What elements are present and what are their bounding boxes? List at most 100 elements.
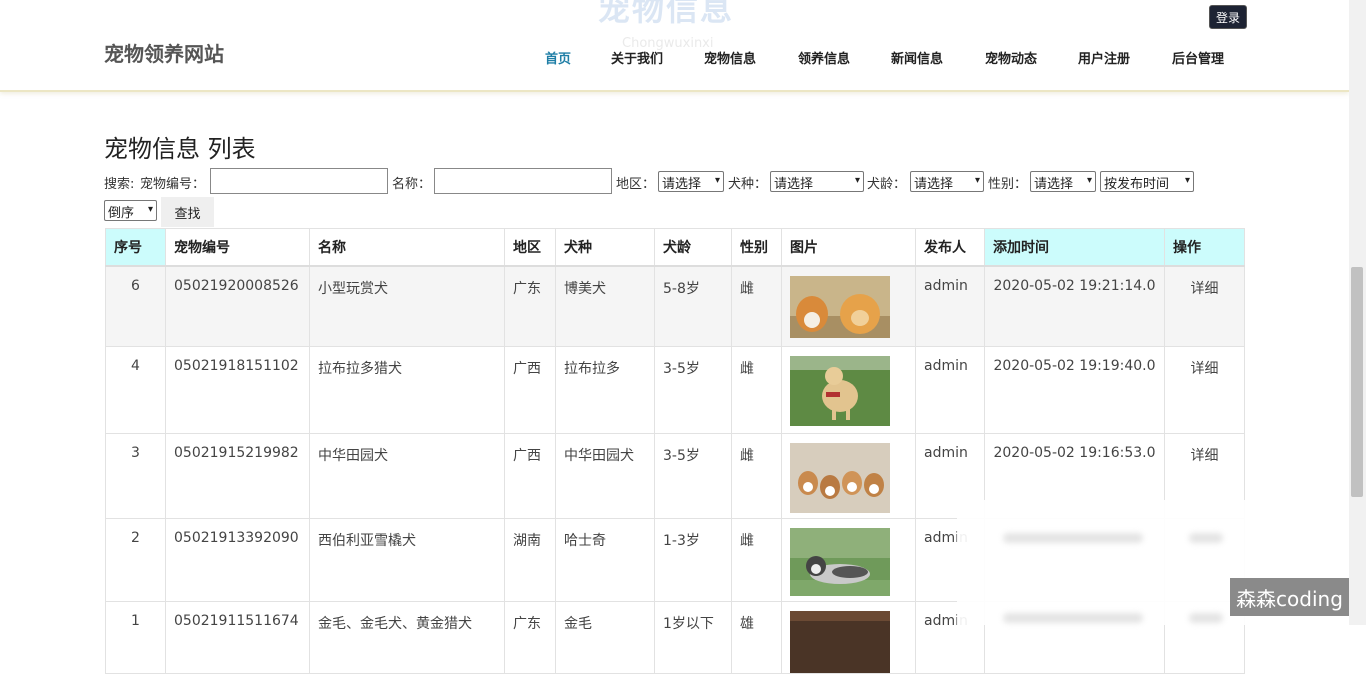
detail-link[interactable]: 详细 bbox=[1164, 265, 1245, 347]
cell-age: 3-5岁 bbox=[654, 345, 732, 434]
chevron-down-icon: ▾ bbox=[1086, 175, 1092, 186]
cell-gender: 雌 bbox=[731, 265, 782, 347]
cell-region: 湖南 bbox=[504, 517, 556, 602]
page-title: 宠物信息 列表 bbox=[104, 135, 256, 163]
cell-no: 6 bbox=[105, 265, 166, 347]
gender-label: 性别： bbox=[988, 177, 1028, 192]
cell-image bbox=[781, 432, 916, 519]
table-row: 4 05021918151102 拉布拉多猎犬 广西 拉布拉多 3-5岁 雌 a… bbox=[105, 345, 1245, 434]
cell-publisher: admin bbox=[915, 345, 985, 434]
cell-no: 2 bbox=[105, 517, 166, 602]
cell-code: 05021913392090 bbox=[165, 517, 310, 602]
husky-photo[interactable] bbox=[790, 527, 890, 596]
nav-register[interactable]: 用户注册 bbox=[1078, 48, 1130, 67]
cell-gender: 雌 bbox=[731, 517, 782, 602]
cell-code: 05021920008526 bbox=[165, 265, 310, 347]
cell-no: 1 bbox=[105, 600, 166, 674]
name-label: 名称： bbox=[392, 177, 432, 192]
col-header-time: 添加时间 bbox=[984, 228, 1165, 267]
sort-select[interactable]: 按发布时间 ▾ bbox=[1100, 171, 1194, 192]
page-scrollbar[interactable] bbox=[1349, 0, 1366, 625]
site-header: 宠物信息 Chongwuxinxi 宠物领养网站 登录 首页 关于我们 宠物信息… bbox=[0, 0, 1349, 92]
col-header-region: 地区 bbox=[504, 228, 556, 267]
col-header-name: 名称 bbox=[309, 228, 505, 267]
cell-time: 2020-05-02 19:19:40.0 bbox=[984, 345, 1165, 434]
chevron-down-icon: ▾ bbox=[714, 175, 720, 186]
pet-name-input[interactable] bbox=[434, 168, 612, 194]
cell-publisher: admin bbox=[915, 265, 985, 347]
cell-age: 1-3岁 bbox=[654, 517, 732, 602]
order-select[interactable]: 倒序 ▾ bbox=[104, 200, 157, 221]
nav-news[interactable]: 新闻信息 bbox=[891, 48, 943, 67]
brand-watermark: 森森coding bbox=[1230, 578, 1349, 616]
sort-select-value: 按发布时间 bbox=[1104, 177, 1170, 192]
cell-name: 小型玩赏犬 bbox=[309, 265, 505, 347]
scrollbar-thumb[interactable] bbox=[1351, 267, 1363, 497]
col-header-publisher: 发布人 bbox=[915, 228, 985, 267]
detail-link[interactable]: 详细 bbox=[1164, 345, 1245, 434]
nav-about[interactable]: 关于我们 bbox=[611, 48, 663, 67]
cell-age: 5-8岁 bbox=[654, 265, 732, 347]
cell-image bbox=[781, 345, 916, 434]
labrador-photo[interactable] bbox=[790, 355, 890, 426]
cell-breed: 金毛 bbox=[555, 600, 655, 674]
region-select[interactable]: 请选择 ▾ bbox=[658, 171, 724, 192]
nav-pet-info[interactable]: 宠物信息 bbox=[704, 48, 756, 67]
cell-region: 广东 bbox=[504, 265, 556, 347]
nav-home[interactable]: 首页 bbox=[545, 48, 571, 67]
age-select-value: 请选择 bbox=[914, 177, 954, 192]
corgi-pomeranian-photo[interactable] bbox=[790, 276, 890, 338]
cell-image bbox=[781, 265, 916, 347]
site-logo[interactable]: 宠物领养网站 bbox=[104, 38, 224, 67]
cell-age: 3-5岁 bbox=[654, 432, 732, 519]
cell-image bbox=[781, 600, 916, 674]
find-button[interactable]: 查找 bbox=[161, 197, 214, 227]
cell-name: 金毛、金毛犬、黄金猎犬 bbox=[309, 600, 505, 674]
cell-name: 西伯利亚雪橇犬 bbox=[309, 517, 505, 602]
cell-code: 05021918151102 bbox=[165, 345, 310, 434]
gender-select-value: 请选择 bbox=[1034, 177, 1074, 192]
puppies-photo[interactable] bbox=[790, 442, 890, 513]
login-button[interactable]: 登录 bbox=[1209, 5, 1247, 29]
cell-region: 广东 bbox=[504, 600, 556, 674]
breed-select-value: 请选择 bbox=[774, 177, 814, 192]
golden-photo[interactable] bbox=[790, 610, 890, 673]
table-row: 6 05021920008526 小型玩赏犬 广东 博美犬 5-8岁 雌 adm… bbox=[105, 265, 1245, 347]
age-select[interactable]: 请选择 ▾ bbox=[910, 171, 984, 192]
nav-pet-dynamics[interactable]: 宠物动态 bbox=[985, 48, 1037, 67]
cell-gender: 雌 bbox=[731, 432, 782, 519]
cell-breed: 中华田园犬 bbox=[555, 432, 655, 519]
breed-label: 犬种： bbox=[728, 177, 768, 192]
col-header-age: 犬龄 bbox=[654, 228, 732, 267]
cell-name: 中华田园犬 bbox=[309, 432, 505, 519]
header-watermark-title: 宠物信息 bbox=[598, 0, 735, 28]
nav-adoption-info[interactable]: 领养信息 bbox=[798, 48, 850, 67]
table-header-row: 序号 宠物编号 名称 地区 犬种 犬龄 性别 图片 发布人 添加时间 操作 bbox=[105, 228, 1245, 267]
cell-breed: 拉布拉多 bbox=[555, 345, 655, 434]
cell-code: 05021915219982 bbox=[165, 432, 310, 519]
pet-code-input[interactable] bbox=[210, 168, 388, 194]
col-header-gender: 性别 bbox=[731, 228, 782, 267]
chevron-down-icon: ▾ bbox=[854, 175, 860, 186]
blurred-text bbox=[1003, 613, 1143, 623]
breed-select[interactable]: 请选择 ▾ bbox=[770, 171, 864, 192]
region-select-value: 请选择 bbox=[662, 177, 702, 192]
cell-age: 1岁以下 bbox=[654, 600, 732, 674]
nav-admin[interactable]: 后台管理 bbox=[1172, 48, 1224, 67]
chevron-down-icon: ▾ bbox=[147, 204, 153, 215]
col-header-no: 序号 bbox=[105, 228, 166, 267]
gender-select[interactable]: 请选择 ▾ bbox=[1030, 171, 1096, 192]
col-header-action: 操作 bbox=[1164, 228, 1245, 267]
age-label: 犬龄： bbox=[867, 177, 907, 192]
cell-breed: 博美犬 bbox=[555, 265, 655, 347]
cell-region: 广西 bbox=[504, 432, 556, 519]
blurred-text bbox=[1189, 613, 1223, 623]
cell-no: 3 bbox=[105, 432, 166, 519]
col-header-breed: 犬种 bbox=[555, 228, 655, 267]
chevron-down-icon: ▾ bbox=[1184, 175, 1190, 186]
cell-time: 2020-05-02 19:21:14.0 bbox=[984, 265, 1165, 347]
search-label: 搜索: bbox=[104, 177, 135, 192]
region-label: 地区： bbox=[616, 177, 656, 192]
cell-region: 广西 bbox=[504, 345, 556, 434]
cell-no: 4 bbox=[105, 345, 166, 434]
